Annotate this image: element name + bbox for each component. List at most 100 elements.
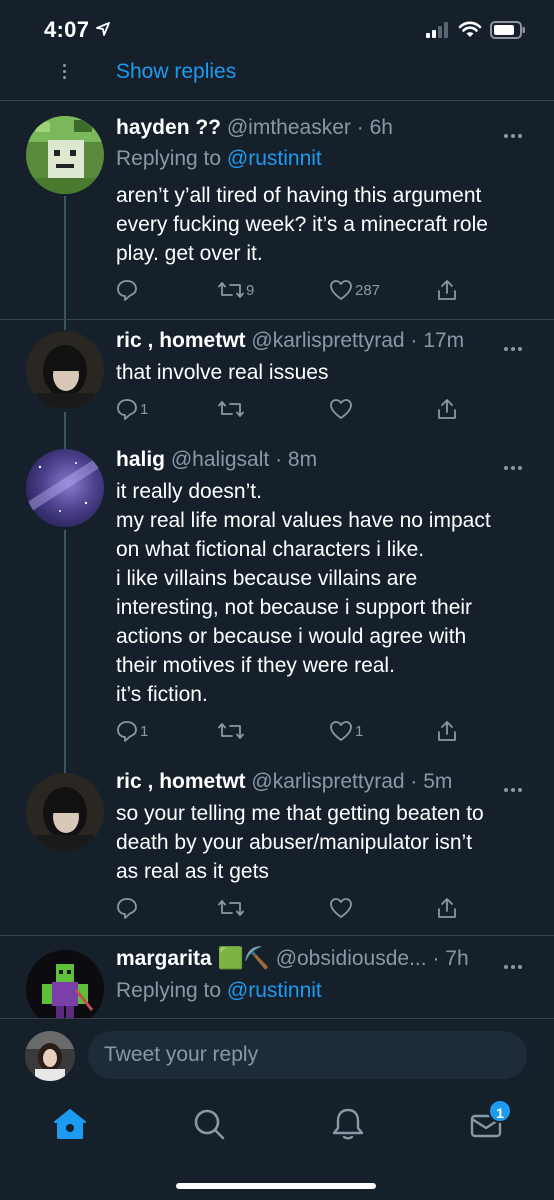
tweet-text-line: that involve real issues: [116, 361, 329, 384]
reply-count: 1: [140, 722, 149, 740]
home-icon[interactable]: [50, 1104, 90, 1144]
like-button[interactable]: [329, 398, 355, 420]
dot-separator: ·: [404, 329, 424, 352]
my-avatar[interactable]: [25, 1031, 75, 1081]
tweet-text-line: death by your abuser/manipulator isn’t: [116, 831, 473, 854]
avatar[interactable]: [26, 950, 104, 1028]
reply-input[interactable]: [88, 1031, 527, 1079]
bell-icon[interactable]: [328, 1104, 368, 1144]
reply-composer: [0, 1018, 554, 1094]
mention-link[interactable]: @rustinnit: [227, 979, 322, 1002]
display-name[interactable]: hayden ??: [116, 116, 221, 139]
display-name[interactable]: ric , hometwt: [116, 329, 246, 352]
status-bar: 4:07: [0, 0, 554, 60]
share-icon: [438, 280, 456, 300]
avatar[interactable]: [26, 773, 104, 851]
more-options-icon[interactable]: [504, 457, 526, 470]
replying-to: Replying to @rustinnit: [116, 147, 322, 171]
share-icon: [438, 721, 456, 741]
heart-icon: [330, 399, 352, 419]
tweet-actions: 1 1: [116, 720, 536, 744]
timestamp: 7h: [445, 947, 469, 970]
replying-prefix: Replying to: [116, 979, 222, 1002]
timestamp: 5m: [423, 770, 453, 793]
tweet-header: ric , hometwt @karlisprettyrad · 17m: [116, 329, 464, 353]
retweet-icon: [218, 900, 244, 916]
mention-link[interactable]: @rustinnit: [227, 147, 322, 170]
share-icon: [438, 399, 456, 419]
display-name[interactable]: margarita 🟩⛏️: [116, 947, 270, 970]
thread-dots-icon: [63, 64, 67, 82]
share-button[interactable]: [436, 720, 458, 742]
reply-button[interactable]: 1: [116, 720, 148, 742]
wifi-icon: [458, 21, 482, 37]
share-button[interactable]: [436, 398, 458, 420]
retweet-button[interactable]: [218, 720, 246, 742]
heart-icon: [330, 280, 352, 300]
avatar[interactable]: [26, 449, 104, 527]
tweet-text: aren’t y’all tired of having this argume…: [116, 181, 536, 268]
like-button[interactable]: 1: [329, 720, 363, 742]
reply-button[interactable]: [116, 897, 140, 919]
tweet-text-line: my real life moral values have no impact: [116, 509, 491, 532]
retweet-button[interactable]: [218, 398, 246, 420]
handle[interactable]: @haligsalt: [171, 448, 269, 471]
tweet-text-line: it’s fiction.: [116, 683, 208, 706]
tweet-header: ric , hometwt @karlisprettyrad · 5m: [116, 770, 452, 794]
tweet-text: that involve real issues: [116, 358, 536, 387]
handle[interactable]: @obsidiousde...: [276, 947, 427, 970]
tweet-text-line: actions or because i would agree with: [116, 625, 467, 648]
more-options-icon[interactable]: [504, 779, 526, 792]
divider: [0, 100, 554, 101]
cellular-signal-icon: [426, 22, 448, 38]
divider: [0, 319, 554, 320]
like-button[interactable]: 287: [329, 279, 380, 301]
retweet-button[interactable]: [218, 897, 246, 919]
battery-icon: [490, 21, 525, 39]
tweet-header: margarita 🟩⛏️ @obsidiousde... · 7h: [116, 947, 469, 971]
reply-icon: [117, 280, 137, 301]
handle[interactable]: @imtheasker: [227, 116, 351, 139]
location-arrow-icon: [96, 22, 110, 36]
home-indicator[interactable]: [176, 1183, 376, 1189]
dot-separator: ·: [350, 116, 370, 139]
timestamp: 6h: [369, 116, 393, 139]
tweet-actions: 9 287: [116, 279, 536, 303]
dot-separator: ·: [404, 770, 424, 793]
avatar[interactable]: [26, 331, 104, 409]
dot-separator: ·: [269, 448, 288, 471]
tweet-text: so your telling me that getting beaten t…: [116, 799, 536, 886]
tweet-text-line: it really doesn’t.: [116, 480, 262, 503]
thread-connector: [64, 196, 66, 330]
reply-count: 1: [140, 400, 149, 418]
handle[interactable]: @karlisprettyrad: [251, 329, 404, 352]
reply-icon: [117, 399, 137, 420]
retweet-button[interactable]: 9: [218, 279, 254, 301]
reply-button[interactable]: [116, 279, 140, 301]
tweet-text-line: their motives if they were real.: [116, 654, 395, 677]
show-replies-link[interactable]: Show replies: [116, 60, 236, 84]
tweet-header: halig @haligsalt · 8m: [116, 448, 317, 472]
more-options-icon[interactable]: [504, 338, 526, 351]
timestamp: 17m: [423, 329, 465, 352]
share-button[interactable]: [436, 279, 458, 301]
display-name[interactable]: halig: [116, 448, 165, 471]
display-name[interactable]: ric , hometwt: [116, 770, 246, 793]
heart-icon: [330, 721, 352, 741]
handle[interactable]: @karlisprettyrad: [251, 770, 404, 793]
reply-button[interactable]: 1: [116, 398, 148, 420]
more-options-icon[interactable]: [504, 125, 526, 138]
thread-connector: [64, 412, 66, 450]
tweet-text-line: every fucking week? it’s a minecraft rol…: [116, 213, 488, 236]
tweet-text-line: interesting, not because i support their: [116, 596, 473, 619]
like-button[interactable]: [329, 897, 355, 919]
more-options-icon[interactable]: [504, 956, 526, 969]
tab-bar: 1: [0, 1094, 554, 1200]
retweet-icon: [218, 282, 244, 298]
reply-icon: [117, 721, 137, 742]
tweet-header: hayden ?? @imtheasker · 6h: [116, 116, 393, 140]
share-button[interactable]: [436, 897, 458, 919]
avatar[interactable]: [26, 116, 104, 194]
search-icon[interactable]: [189, 1104, 229, 1144]
show-replies-row[interactable]: Show replies: [0, 58, 554, 102]
